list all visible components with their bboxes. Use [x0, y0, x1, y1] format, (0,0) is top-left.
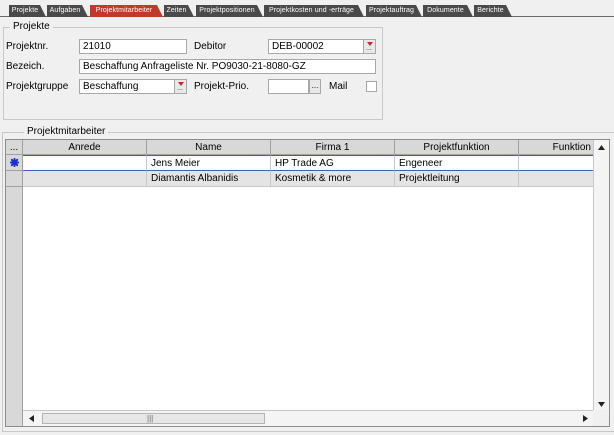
projektmitarbeiter-group-title: Projektmitarbeiter: [24, 126, 109, 138]
projekt-prio-ellipsis-button[interactable]: ...: [309, 79, 321, 94]
row-selector-column: [6, 187, 23, 426]
ellipsis-icon: ...: [366, 45, 372, 52]
horizontal-scroll-thumb[interactable]: |||: [42, 413, 265, 424]
tab-zeiten[interactable]: Zeiten: [164, 5, 194, 17]
tab-projektpositionen[interactable]: Projektpositionen: [196, 5, 263, 17]
tab-projektmitarbeiter[interactable]: Projektmitarbeiter: [90, 5, 163, 17]
arrow-right-icon: [583, 415, 588, 422]
mail-checkbox[interactable]: [366, 81, 377, 92]
cell-name[interactable]: Jens Meier: [147, 155, 271, 171]
cell-anrede[interactable]: [23, 171, 147, 187]
cell-anrede[interactable]: [23, 155, 147, 171]
column-header-name[interactable]: Name: [147, 140, 271, 155]
cell-name[interactable]: Diamantis Albanidis: [147, 171, 271, 187]
cell-projektfunktion[interactable]: Engeneer: [395, 155, 519, 171]
tab-projekte[interactable]: Projekte: [9, 5, 46, 17]
scroll-right-button[interactable]: [578, 411, 593, 426]
cell-funktion[interactable]: [519, 171, 594, 187]
scroll-left-button[interactable]: [24, 411, 39, 426]
vertical-scrollbar[interactable]: [593, 140, 609, 412]
projektgruppe-value: Beschaffung: [83, 81, 139, 92]
column-header-funktion[interactable]: Funktion: [519, 140, 594, 155]
projekt-prio-label: Projekt-Prio.: [194, 81, 250, 92]
debitor-value: DEB-00002: [272, 41, 324, 52]
projektgruppe-dropdown-button[interactable]: ...: [174, 80, 186, 93]
cell-projektfunktion[interactable]: Projektleitung: [395, 171, 519, 187]
asterisk-icon: [9, 158, 19, 167]
row-selector[interactable]: [6, 171, 23, 187]
projektgruppe-field[interactable]: Beschaffung ...: [79, 79, 187, 94]
scroll-up-button[interactable]: [594, 140, 609, 155]
bezeich-label: Bezeich.: [6, 61, 45, 72]
tab-projektauftrag[interactable]: Projektauftrag: [366, 5, 422, 17]
cell-funktion[interactable]: [519, 155, 594, 171]
arrow-up-icon: [598, 145, 605, 150]
column-header-projektfunktion[interactable]: Projektfunktion: [395, 140, 519, 155]
projekt-prio-field[interactable]: [268, 79, 309, 94]
debitor-field[interactable]: DEB-00002 ...: [268, 39, 376, 54]
projekte-group-title: Projekte: [10, 21, 53, 33]
projektnr-label: Projektnr.: [6, 41, 49, 52]
scroll-grip: |||: [147, 414, 154, 423]
horizontal-scrollbar[interactable]: |||: [23, 410, 594, 426]
projektnr-field[interactable]: 21010: [79, 39, 187, 54]
mail-label: Mail: [329, 81, 348, 92]
column-header-firma[interactable]: Firma 1: [271, 140, 395, 155]
tab-berichte[interactable]: Berichte: [474, 5, 512, 17]
mitarbeiter-grid: ... Anrede Name Firma 1 Projektfunktion …: [5, 139, 610, 427]
tab-dokumente[interactable]: Dokumente: [423, 5, 473, 17]
debitor-label: Debitor: [194, 41, 227, 52]
tab-projektkosten[interactable]: Projektkosten und -erträge: [264, 5, 364, 17]
row-selector-header[interactable]: ...: [6, 140, 23, 155]
arrow-down-icon: [598, 402, 605, 407]
ellipsis-icon: ...: [177, 85, 183, 92]
debitor-dropdown-button[interactable]: ...: [363, 40, 375, 53]
arrow-left-icon: [29, 415, 34, 422]
scrollbar-corner: [593, 410, 609, 426]
bezeich-field[interactable]: Beschaffung Anfrageliste Nr. PO9030-21-8…: [79, 59, 376, 74]
row-selector[interactable]: [6, 155, 23, 171]
tab-bar: Projekte Aufgaben Projektmitarbeiter Zei…: [0, 0, 614, 18]
column-header-anrede[interactable]: Anrede: [23, 140, 147, 155]
cell-firma[interactable]: HP Trade AG: [271, 155, 395, 171]
cell-firma[interactable]: Kosmetik & more: [271, 171, 395, 187]
projektgruppe-label: Projektgruppe: [6, 81, 69, 92]
tab-aufgaben[interactable]: Aufgaben: [47, 5, 88, 17]
